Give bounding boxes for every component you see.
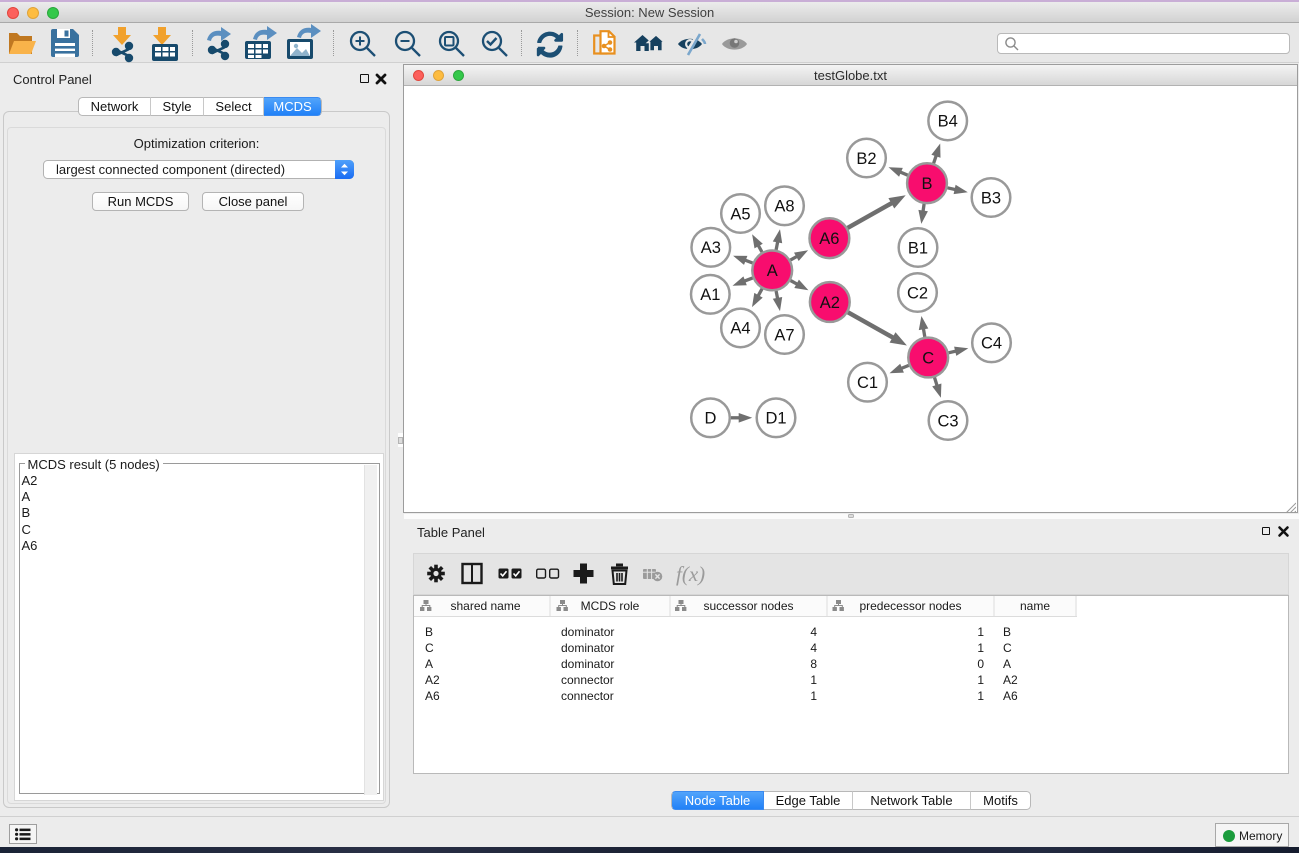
svg-text:D: D — [705, 410, 717, 428]
svg-text:B3: B3 — [981, 189, 1001, 207]
svg-text:A8: A8 — [774, 198, 794, 216]
svg-text:A6: A6 — [819, 230, 839, 248]
svg-text:f(x): f(x) — [676, 562, 705, 586]
svg-text:C4: C4 — [981, 335, 1002, 353]
svg-text:C: C — [922, 349, 934, 367]
svg-text:A: A — [767, 262, 778, 280]
svg-text:A4: A4 — [730, 320, 750, 338]
svg-text:C1: C1 — [857, 374, 878, 392]
svg-text:B1: B1 — [908, 239, 928, 257]
svg-text:D1: D1 — [765, 410, 786, 428]
svg-text:B2: B2 — [856, 150, 876, 168]
svg-text:B4: B4 — [938, 113, 958, 131]
svg-text:C2: C2 — [907, 284, 928, 302]
svg-text:A5: A5 — [730, 205, 750, 223]
svg-text:B: B — [921, 175, 932, 193]
svg-text:A1: A1 — [700, 286, 720, 304]
svg-text:A2: A2 — [820, 294, 840, 312]
svg-text:C3: C3 — [937, 412, 958, 430]
svg-text:A3: A3 — [701, 239, 721, 257]
svg-text:A7: A7 — [774, 326, 794, 344]
